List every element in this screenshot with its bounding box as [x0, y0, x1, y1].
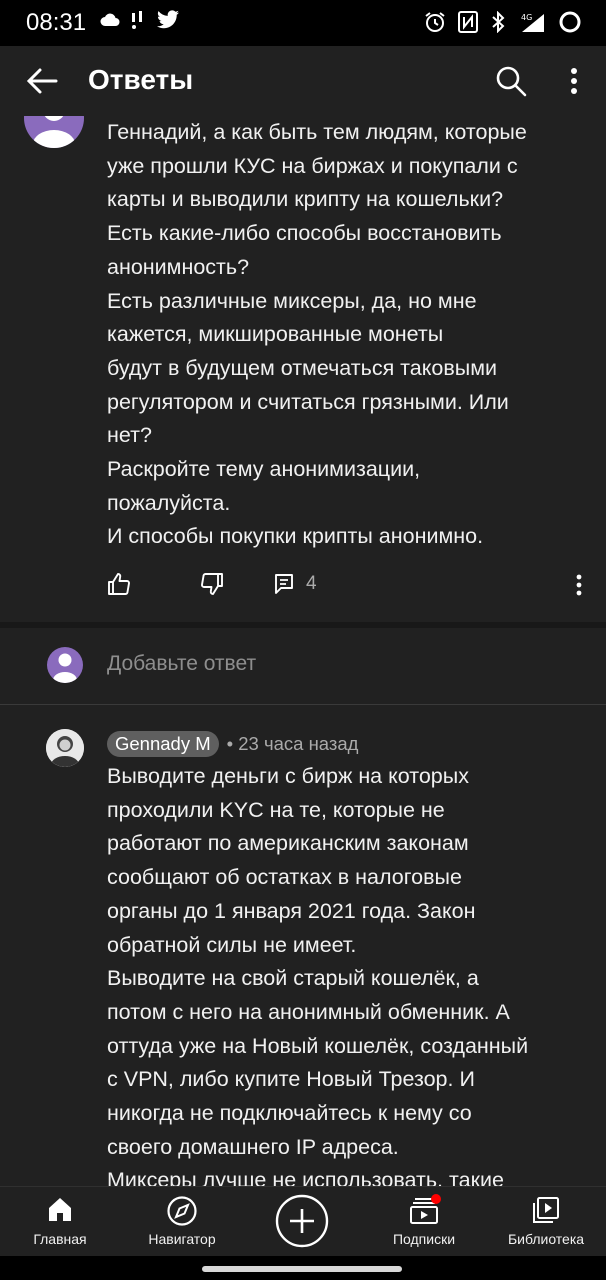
gesture-area — [0, 1256, 606, 1280]
thumbs-up-icon[interactable] — [107, 572, 131, 596]
battery-ring-icon — [559, 11, 581, 33]
reply-timestamp: • 23 часа назад — [226, 733, 359, 754]
thumbs-down-icon[interactable] — [200, 572, 224, 596]
search-icon[interactable] — [494, 64, 528, 98]
bluetooth-icon — [492, 11, 505, 33]
gesture-handle[interactable] — [202, 1266, 402, 1272]
replies-button[interactable]: 4 — [274, 573, 317, 595]
add-reply-row[interactable]: Добавьте ответ — [0, 628, 606, 704]
system-icons: 4G — [424, 10, 582, 34]
signal-4g-icon: 4G — [521, 13, 544, 32]
nav-subscriptions[interactable]: Подписки — [374, 1187, 474, 1257]
reply-meta: Gennady M • 23 часа назад — [107, 731, 358, 757]
nav-library-label: Библиотека — [507, 1231, 585, 1247]
download-signal-icon — [132, 11, 142, 29]
svg-text:4G: 4G — [521, 13, 532, 22]
author-badge[interactable]: Gennady M — [107, 731, 219, 757]
cloud-icon — [100, 13, 120, 26]
add-circle-icon — [275, 1194, 329, 1248]
library-icon — [533, 1197, 559, 1223]
more-options-icon[interactable] — [563, 66, 585, 96]
notification-icons — [100, 10, 180, 30]
alarm-icon — [425, 12, 445, 32]
reply-text: Выводите деньги с бирж на которых проход… — [107, 764, 529, 1186]
nav-home-label: Главная — [33, 1231, 87, 1247]
nav-explore-label: Навигатор — [148, 1231, 216, 1247]
back-arrow-icon[interactable] — [26, 67, 58, 95]
comment-icon — [275, 574, 293, 594]
create-button[interactable] — [252, 1187, 352, 1257]
notification-dot — [431, 1194, 441, 1204]
nav-home[interactable]: Главная — [10, 1187, 110, 1257]
comment-menu-icon[interactable] — [570, 572, 588, 598]
status-bar: 08:31 4G — [0, 0, 606, 46]
avatar — [47, 647, 83, 683]
page-title: Ответы — [88, 64, 194, 95]
home-icon — [49, 1198, 71, 1221]
compass-icon — [167, 1196, 197, 1226]
nav-subscriptions-label: Подписки — [392, 1231, 456, 1247]
twitter-icon — [157, 10, 179, 29]
nfc-icon — [458, 11, 478, 33]
app-bar: Ответы — [0, 46, 606, 116]
divider — [0, 704, 606, 705]
status-time: 08:31 — [26, 9, 87, 36]
add-reply-input[interactable]: Добавьте ответ — [107, 652, 256, 676]
nav-library[interactable]: Библиотека — [494, 1187, 598, 1257]
nav-explore[interactable]: Навигатор — [132, 1187, 232, 1257]
comment-text: Геннадий, а как быть тем людям, которые … — [107, 120, 527, 549]
comment-actions: 4 — [0, 568, 606, 604]
bottom-navigation: Главная Навигатор Подписки Библиотека — [0, 1186, 606, 1257]
avatar[interactable] — [46, 729, 84, 767]
replies-content[interactable]: Геннадий, а как быть тем людям, которые … — [0, 116, 606, 1186]
reply-count: 4 — [306, 573, 317, 594]
avatar[interactable] — [24, 116, 84, 148]
